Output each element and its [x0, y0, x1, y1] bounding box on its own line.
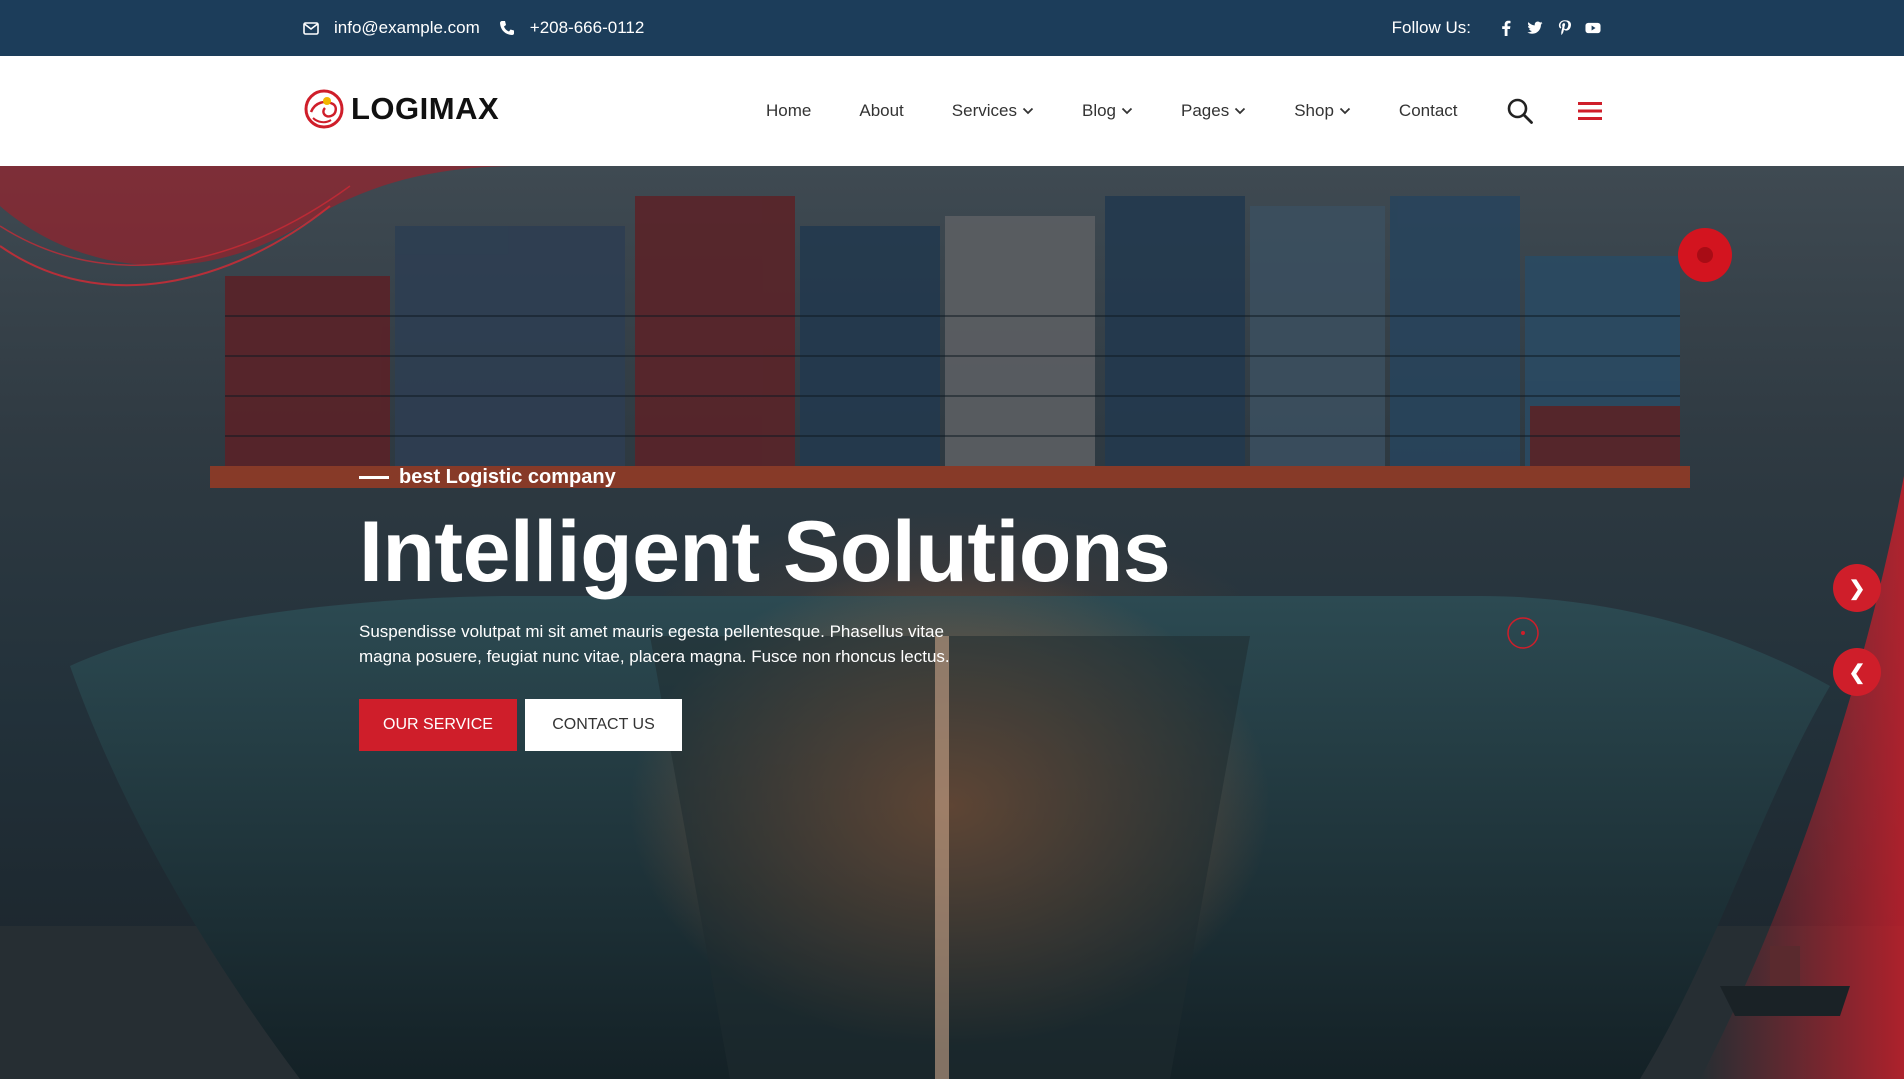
nav-item-label: Home [766, 101, 812, 120]
hero-buttons: OUR SERVICE CONTACT US [359, 699, 1259, 751]
nav-item-label: Services [951, 101, 1017, 120]
logo-mark-icon [303, 88, 345, 130]
hamburger-menu-icon[interactable] [1578, 100, 1602, 122]
follow-label: Follow Us: [1391, 18, 1471, 37]
nav-item-label: Contact [1398, 101, 1458, 120]
chevron-left-icon: ❮ [1848, 661, 1866, 684]
top-contact: info@example.com +208-666-0112 [302, 0, 662, 56]
search-icon[interactable] [1506, 97, 1534, 125]
logo[interactable]: LOGIMAX [303, 88, 499, 130]
youtube-icon[interactable] [1585, 20, 1601, 36]
twitter-icon[interactable] [1527, 20, 1543, 36]
top-bar: info@example.com +208-666-0112 Follow Us… [0, 0, 1904, 56]
chevron-down-icon [1339, 107, 1351, 115]
nav-item-label: Pages [1181, 101, 1230, 120]
main-nav: Home About Services Blog Pages Shop Cont… [766, 56, 1458, 166]
hero-tagline: best Logistic company [359, 466, 1259, 489]
nav-item-label: About [859, 101, 904, 120]
main-header: LOGIMAX Home About Services Blog Pages S… [0, 56, 1904, 166]
hero-slider: best Logistic company Intelligent Soluti… [0, 166, 1904, 1079]
hero-description: Suspendisse volutpat mi sit amet mauris … [359, 622, 950, 666]
social-links: Follow Us: [1392, 0, 1601, 56]
tagline-dash [359, 476, 389, 479]
tagline-text: best Logistic company [399, 466, 616, 488]
envelope-icon [302, 19, 320, 37]
contact-us-button[interactable]: CONTACT US [525, 699, 682, 751]
nav-item-label: Shop [1294, 101, 1334, 120]
pinterest-icon[interactable] [1556, 20, 1572, 36]
chevron-down-icon [1022, 107, 1034, 115]
header-actions [1506, 56, 1602, 166]
hero-headline: Intelligent Solutions [359, 504, 1171, 600]
nav-item-label: Blog [1081, 101, 1117, 120]
logo-text: LOGIMAX [351, 91, 500, 126]
prev-slide-button[interactable]: ❮ [1833, 648, 1881, 696]
chevron-down-icon [1235, 107, 1246, 115]
nav-item-home[interactable]: Home [766, 101, 811, 121]
nav-item-services[interactable]: Services [952, 101, 1034, 121]
next-slide-button[interactable]: ❯ [1833, 564, 1881, 612]
phone-icon [498, 19, 516, 37]
nav-item-blog[interactable]: Blog [1082, 101, 1133, 121]
email-text: info@example.com [334, 18, 480, 37]
hero-content: best Logistic company Intelligent Soluti… [359, 466, 1259, 751]
email-link[interactable]: info@example.com [302, 18, 480, 38]
our-service-button[interactable]: OUR SERVICE [359, 699, 517, 751]
chevron-right-icon: ❯ [1848, 577, 1866, 600]
nav-item-pages[interactable]: Pages [1181, 101, 1246, 121]
phone-link[interactable]: +208-666-0112 [498, 18, 645, 38]
nav-item-contact[interactable]: Contact [1399, 101, 1458, 121]
phone-text: +208-666-0112 [529, 18, 645, 37]
chevron-down-icon [1121, 107, 1133, 115]
nav-item-shop[interactable]: Shop [1294, 101, 1351, 121]
nav-item-about[interactable]: About [859, 101, 903, 121]
facebook-icon[interactable] [1498, 20, 1514, 36]
